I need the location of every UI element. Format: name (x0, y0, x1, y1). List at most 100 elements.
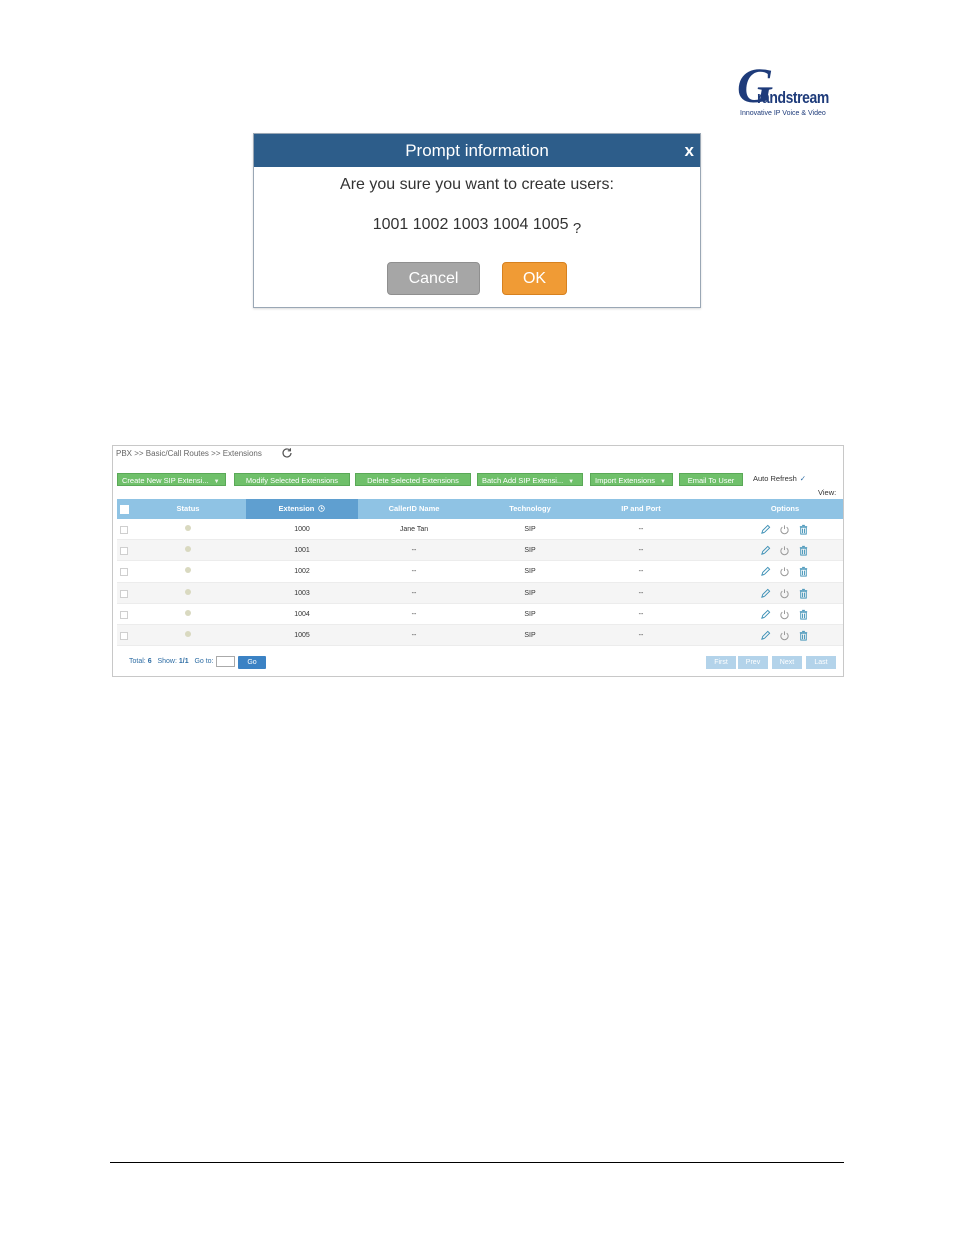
dialog-message: Are you sure you want to create users: (340, 176, 614, 193)
table-row[interactable]: 1002 -- SIP -- (117, 561, 843, 583)
table-row[interactable]: 1001 -- SIP -- (117, 540, 843, 562)
trash-icon[interactable] (798, 609, 809, 620)
extensions-panel: PBX >> Basic/Call Routes >> Extensions C… (112, 445, 844, 677)
dialog-header: Prompt information x (254, 134, 700, 167)
trash-icon[interactable] (798, 524, 809, 535)
ip-port-cell: -- (638, 631, 644, 639)
table-row[interactable]: 1004 -- SIP -- (117, 604, 843, 625)
checkmark-icon[interactable]: ✓ (800, 474, 806, 483)
create-sip-extension-button[interactable]: Create New SIP Extensi... ▼ (117, 473, 226, 486)
technology-cell: SIP (524, 610, 536, 618)
power-icon[interactable] (779, 545, 790, 556)
callerid-cell: -- (411, 610, 417, 618)
prev-page-button[interactable]: Prev (738, 656, 768, 669)
row-checkbox[interactable] (120, 589, 128, 598)
column-callerid-name[interactable]: CallerID Name (358, 499, 470, 519)
chevron-down-icon: ▼ (660, 479, 666, 485)
edit-icon[interactable] (760, 630, 771, 641)
batch-add-button[interactable]: Batch Add SIP Extensi... ▼ (477, 473, 583, 486)
close-button[interactable]: x (685, 134, 694, 167)
ip-port-cell: -- (638, 568, 644, 576)
create-label: Create New SIP Extensi... (122, 476, 209, 485)
trash-icon[interactable] (798, 545, 809, 556)
extension-cell: 1004 (294, 610, 310, 618)
goto-page-input[interactable] (216, 656, 235, 667)
column-extension-label: Extension (278, 504, 315, 513)
status-cell (139, 540, 237, 561)
refresh-icon[interactable] (281, 447, 293, 459)
delete-selected-button[interactable]: Delete Selected Extensions (355, 473, 471, 486)
trash-icon[interactable] (798, 630, 809, 641)
select-all-checkbox[interactable] (120, 505, 129, 514)
show-label: Show: (157, 658, 177, 665)
extension-cell: 1000 (294, 526, 310, 533)
modify-selected-button[interactable]: Modify Selected Extensions (234, 473, 350, 486)
table-header: Status Extension CallerID Name Technolog… (117, 499, 843, 519)
row-checkbox[interactable] (120, 526, 128, 534)
ip-port-cell: -- (638, 589, 644, 597)
power-icon[interactable] (779, 524, 790, 535)
power-icon[interactable] (779, 566, 790, 577)
breadcrumb: PBX >> Basic/Call Routes >> Extensions (116, 449, 262, 458)
status-cell (139, 561, 237, 582)
import-label: Import Extensions (595, 476, 656, 485)
extensions-table: Status Extension CallerID Name Technolog… (117, 499, 843, 647)
total-value: 6 (147, 658, 152, 665)
status-cell (139, 625, 237, 646)
ip-port-cell: -- (638, 610, 644, 618)
logo-tagline: Innovative IP Voice & Video (740, 110, 826, 117)
technology-cell: SIP (524, 526, 536, 533)
extension-cell: 1002 (294, 568, 310, 576)
power-icon[interactable] (779, 609, 790, 620)
status-indicator (185, 609, 191, 616)
column-technology[interactable]: Technology (470, 499, 590, 519)
email-to-user-button[interactable]: Email To User (679, 473, 743, 486)
first-page-button[interactable]: First (706, 656, 736, 669)
trash-icon[interactable] (798, 566, 809, 577)
column-ip-and-port[interactable]: IP and Port (590, 499, 692, 519)
table-row[interactable]: 1005 -- SIP -- (117, 624, 843, 647)
auto-refresh-label: Auto Refresh (753, 474, 797, 483)
table-body: 1000 Jane Tan SIP -- 1001 -- SIP -- 1002 -- SIP -- 1… (117, 519, 843, 647)
status-indicator (185, 630, 191, 637)
column-extension[interactable]: Extension (246, 499, 358, 519)
power-icon[interactable] (779, 588, 790, 599)
edit-icon[interactable] (760, 566, 771, 577)
next-page-button[interactable]: Next (772, 656, 802, 669)
auto-refresh-toggle[interactable]: Auto Refresh ✓ (753, 474, 806, 483)
go-button[interactable]: Go (238, 656, 266, 669)
technology-cell: SIP (524, 589, 536, 597)
power-icon[interactable] (779, 630, 790, 641)
edit-icon[interactable] (760, 588, 771, 599)
status-indicator (185, 588, 191, 595)
last-page-button[interactable]: Last (806, 656, 836, 669)
import-extensions-button[interactable]: Import Extensions ▼ (590, 473, 673, 486)
ok-button[interactable]: OK (502, 262, 567, 295)
edit-icon[interactable] (760, 524, 771, 535)
prompt-dialog: Prompt information x Are you sure you wa… (253, 133, 701, 308)
technology-cell: SIP (524, 568, 536, 576)
technology-cell: SIP (524, 547, 536, 555)
edit-icon[interactable] (760, 609, 771, 620)
pager-summary: Total: 6 Show: 1/1 Go to: (129, 658, 214, 665)
row-checkbox[interactable] (120, 568, 128, 577)
table-row[interactable]: 1000 Jane Tan SIP -- (117, 519, 843, 541)
status-cell (139, 583, 237, 604)
trash-icon[interactable] (798, 588, 809, 599)
cancel-button[interactable]: Cancel (387, 262, 480, 295)
edit-icon[interactable] (760, 545, 771, 556)
dialog-user-list: 1001 1002 1003 1004 1005 ? (254, 216, 700, 237)
ip-port-cell: -- (638, 547, 644, 555)
status-indicator (185, 525, 191, 531)
batch-label: Batch Add SIP Extensi... (482, 476, 564, 485)
status-indicator (185, 567, 191, 574)
row-checkbox[interactable] (120, 610, 128, 619)
extension-cell: 1001 (294, 547, 310, 555)
table-row[interactable]: 1003 -- SIP -- (117, 582, 843, 604)
row-checkbox[interactable] (120, 547, 128, 556)
column-status[interactable]: Status (139, 499, 237, 519)
chevron-down-icon: ▼ (568, 479, 575, 485)
callerid-cell: -- (411, 547, 417, 555)
row-checkbox[interactable] (120, 631, 128, 640)
question-mark: ? (572, 220, 582, 237)
